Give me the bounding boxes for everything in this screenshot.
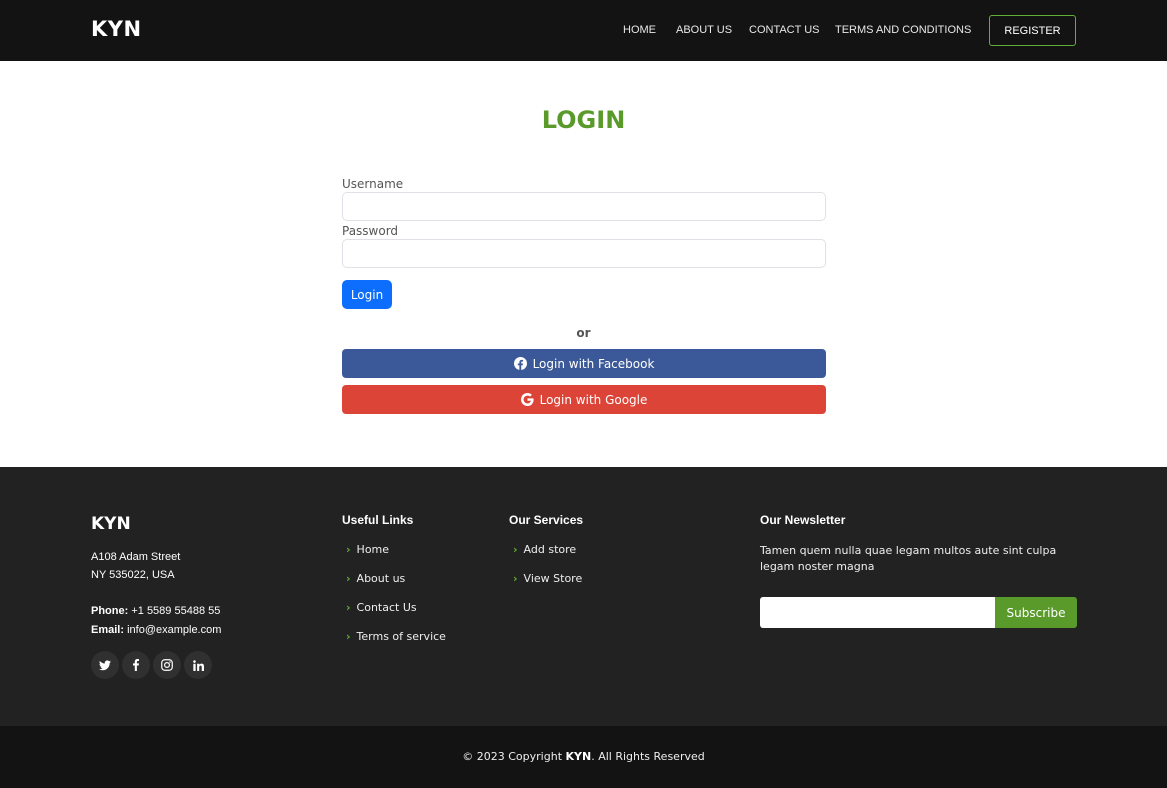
login-with-google-button[interactable]: Login with Google bbox=[342, 385, 826, 414]
google-icon bbox=[520, 393, 534, 406]
newsletter-heading: Our Newsletter bbox=[760, 513, 846, 527]
password-label: Password bbox=[342, 224, 399, 238]
facebook-circle-icon bbox=[513, 357, 527, 370]
copyright-bar: © 2023 Copyright KYN. All Rights Reserve… bbox=[0, 726, 1167, 788]
footer-logo: KYN bbox=[91, 514, 131, 534]
chevron-right-icon: › bbox=[346, 630, 351, 643]
phone-label: Phone: bbox=[91, 605, 129, 617]
footer-link-label: About us bbox=[356, 572, 406, 585]
footer-link-label: View Store bbox=[523, 572, 583, 585]
facebook-icon[interactable] bbox=[122, 651, 150, 679]
newsletter-description: Tamen quem nulla quae legam multos aute … bbox=[760, 544, 1057, 573]
footer-link-view-store[interactable]: › View Store bbox=[513, 572, 582, 585]
email-value: info@example.com bbox=[127, 624, 222, 636]
nav-home[interactable]: HOME bbox=[623, 24, 656, 36]
email-line: Email: info@example.com bbox=[91, 624, 221, 636]
footer-link-about-us[interactable]: › About us bbox=[346, 572, 405, 585]
chevron-right-icon: › bbox=[346, 601, 351, 614]
phone-line: Phone: +1 5589 55488 55 bbox=[91, 605, 220, 617]
footer-link-label: Contact Us bbox=[356, 601, 417, 614]
footer-link-terms-of-service[interactable]: › Terms of service bbox=[346, 630, 446, 643]
linkedin-icon[interactable] bbox=[184, 651, 212, 679]
address-line-1: A108 Adam Street bbox=[91, 551, 181, 563]
username-label: Username bbox=[342, 177, 404, 191]
subscribe-button[interactable]: Subscribe bbox=[995, 597, 1077, 628]
top-navbar: KYN HOME ABOUT US CONTACT US TERMS AND C… bbox=[0, 0, 1167, 61]
chevron-right-icon: › bbox=[346, 543, 351, 556]
chevron-right-icon: › bbox=[346, 572, 351, 585]
newsletter-email-input[interactable] bbox=[760, 597, 995, 628]
copyright-brand: KYN bbox=[565, 750, 592, 763]
password-input[interactable] bbox=[342, 239, 826, 268]
site-logo[interactable]: KYN bbox=[91, 17, 142, 41]
instagram-icon[interactable] bbox=[153, 651, 181, 679]
footer-link-label: Add store bbox=[523, 543, 577, 556]
page-title: LOGIN bbox=[541, 106, 626, 134]
copyright-text: © 2023 Copyright KYN. All Rights Reserve… bbox=[0, 750, 1167, 763]
footer-link-label: Terms of service bbox=[356, 630, 446, 643]
username-input[interactable] bbox=[342, 192, 826, 221]
address-line-2: NY 535022, USA bbox=[91, 569, 175, 581]
our-services-heading: Our Services bbox=[509, 513, 584, 527]
useful-links-heading: Useful Links bbox=[342, 513, 414, 527]
chevron-right-icon: › bbox=[513, 543, 518, 556]
login-with-facebook-button[interactable]: Login with Facebook bbox=[342, 349, 826, 378]
nav-contact-us[interactable]: CONTACT US bbox=[749, 24, 820, 36]
footer-link-home[interactable]: › Home bbox=[346, 543, 389, 556]
login-button[interactable]: Login bbox=[342, 280, 392, 309]
nav-about-us[interactable]: ABOUT US bbox=[676, 24, 732, 36]
phone-value: +1 5589 55488 55 bbox=[131, 605, 221, 617]
email-label: Email: bbox=[91, 624, 125, 636]
footer-link-contact-us[interactable]: › Contact Us bbox=[346, 601, 417, 614]
social-links bbox=[91, 651, 212, 679]
footer: KYN A108 Adam Street NY 535022, USA Phon… bbox=[0, 467, 1167, 726]
facebook-button-label: Login with Facebook bbox=[532, 356, 655, 371]
footer-link-label: Home bbox=[356, 543, 390, 556]
copyright-suffix: . All Rights Reserved bbox=[591, 750, 705, 763]
footer-link-add-store[interactable]: › Add store bbox=[513, 543, 576, 556]
copyright-prefix: © 2023 Copyright bbox=[462, 750, 566, 763]
twitter-icon[interactable] bbox=[91, 651, 119, 679]
nav-terms-and-conditions[interactable]: TERMS AND CONDITIONS bbox=[835, 24, 971, 36]
register-button[interactable]: REGISTER bbox=[989, 15, 1076, 46]
or-divider-text: or bbox=[576, 326, 591, 340]
chevron-right-icon: › bbox=[513, 572, 518, 585]
google-button-label: Login with Google bbox=[539, 392, 648, 407]
